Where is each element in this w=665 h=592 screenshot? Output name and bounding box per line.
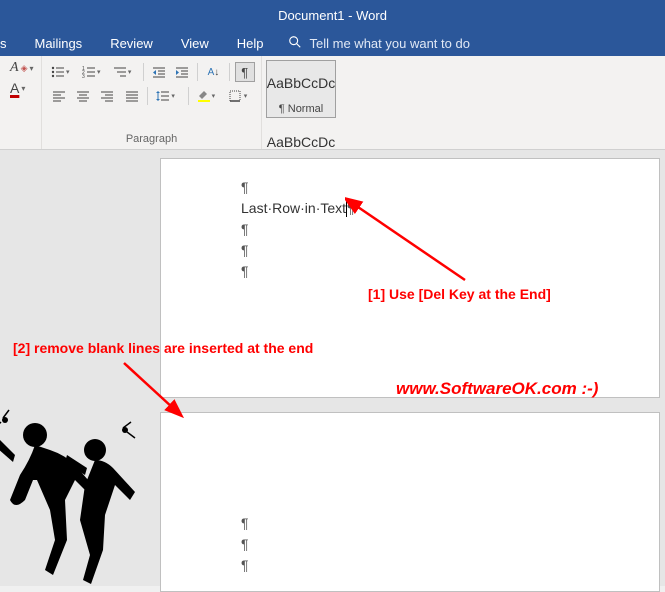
doc-text: Last·Row·in·Text (241, 198, 346, 219)
doc-line: ¶ (241, 261, 659, 282)
tab-view[interactable]: View (167, 30, 223, 56)
chevron-down-icon: ▾ (66, 68, 70, 76)
align-center-button[interactable] (72, 86, 93, 106)
doc-line: ¶ (241, 240, 659, 261)
ribbon-group-styles: AaBbCcDc ¶ Normal AaBbCcDc ¶ No Spac... … (262, 56, 665, 149)
search-icon (288, 35, 302, 52)
paragraph-group-label: Paragraph (48, 133, 255, 147)
ribbon-tabs: s Mailings Review View Help Tell me what… (0, 30, 665, 56)
sort-button[interactable]: A↓ (203, 62, 223, 82)
window-title: Document1 - Word (278, 8, 387, 23)
show-paragraph-marks-button[interactable]: ¶ (235, 62, 255, 82)
ribbon-group-paragraph: ▾ 123 ▾ ▾ A↓ (42, 56, 262, 149)
tell-me-placeholder: Tell me what you want to do (310, 36, 470, 51)
bullets-button[interactable]: ▾ (48, 62, 76, 82)
chevron-down-icon: ▾ (212, 92, 216, 100)
line-spacing-button[interactable]: ▾ (153, 86, 182, 106)
tab-mailings[interactable]: Mailings (21, 30, 97, 56)
align-left-button[interactable] (48, 86, 69, 106)
doc-line: ¶ (241, 555, 659, 576)
annotation-1: [1] Use [Del Key at the End] (368, 286, 551, 302)
numbering-button[interactable]: 123 ▾ (79, 62, 107, 82)
style-normal[interactable]: AaBbCcDc ¶ Normal (266, 60, 336, 118)
multilevel-list-button[interactable]: ▾ (110, 62, 138, 82)
pilcrow-mark: ¶ (241, 219, 249, 240)
align-justify-button[interactable] (121, 86, 142, 106)
align-right-button[interactable] (97, 86, 118, 106)
doc-line: ¶ (241, 534, 659, 555)
pilcrow-mark: ¶ (241, 177, 249, 198)
chevron-down-icon: ▾ (21, 84, 25, 93)
chevron-down-icon: ▾ (244, 92, 248, 100)
doc-line: ¶ (241, 513, 659, 534)
tab-help[interactable]: Help (223, 30, 278, 56)
doc-line: ¶ (241, 177, 659, 198)
page-1[interactable]: ¶ Last·Row·in·Text¶ ¶ ¶ ¶ (160, 158, 660, 398)
annotation-2: [2] remove blank lines are inserted at t… (13, 340, 313, 356)
page-2[interactable]: ¶ ¶ ¶ (160, 412, 660, 592)
pilcrow-mark: ¶ (241, 534, 249, 555)
titlebar: Document1 - Word (0, 0, 665, 30)
shading-button[interactable]: ▾ (194, 86, 223, 106)
increase-indent-button[interactable] (172, 62, 192, 82)
decorative-silhouette (0, 400, 145, 586)
decrease-indent-button[interactable] (149, 62, 169, 82)
pilcrow-mark: ¶ (241, 513, 249, 534)
chevron-down-icon: ▾ (171, 92, 175, 100)
ribbon: A◈ ▾ A ▾ ▾ 123 ▾ (0, 56, 665, 150)
clear-formatting-button[interactable]: A◈ ▾ (10, 60, 35, 76)
pilcrow-mark: ¶ (241, 261, 249, 282)
pilcrow-mark: ¶ (241, 240, 249, 261)
tab-partial[interactable]: s (0, 30, 21, 56)
style-name: ¶ Normal (279, 103, 323, 115)
chevron-down-icon: ▾ (97, 68, 101, 76)
tell-me-search[interactable]: Tell me what you want to do (288, 35, 470, 52)
tab-review[interactable]: Review (96, 30, 167, 56)
svg-text:3: 3 (82, 74, 85, 78)
doc-line: Last·Row·in·Text¶ (241, 198, 659, 219)
watermark: www.SoftwareOK.com :-) (396, 379, 598, 399)
chevron-down-icon: ▾ (128, 68, 132, 76)
font-color-button[interactable]: A ▾ (10, 80, 35, 96)
ribbon-group-font: A◈ ▾ A ▾ (0, 56, 42, 149)
style-preview: AaBbCcDc (267, 63, 335, 103)
pilcrow-mark: ¶ (347, 198, 355, 219)
pilcrow-mark: ¶ (241, 555, 249, 576)
borders-button[interactable]: ▾ (226, 86, 255, 106)
chevron-down-icon: ▾ (29, 64, 33, 73)
doc-line: ¶ (241, 219, 659, 240)
